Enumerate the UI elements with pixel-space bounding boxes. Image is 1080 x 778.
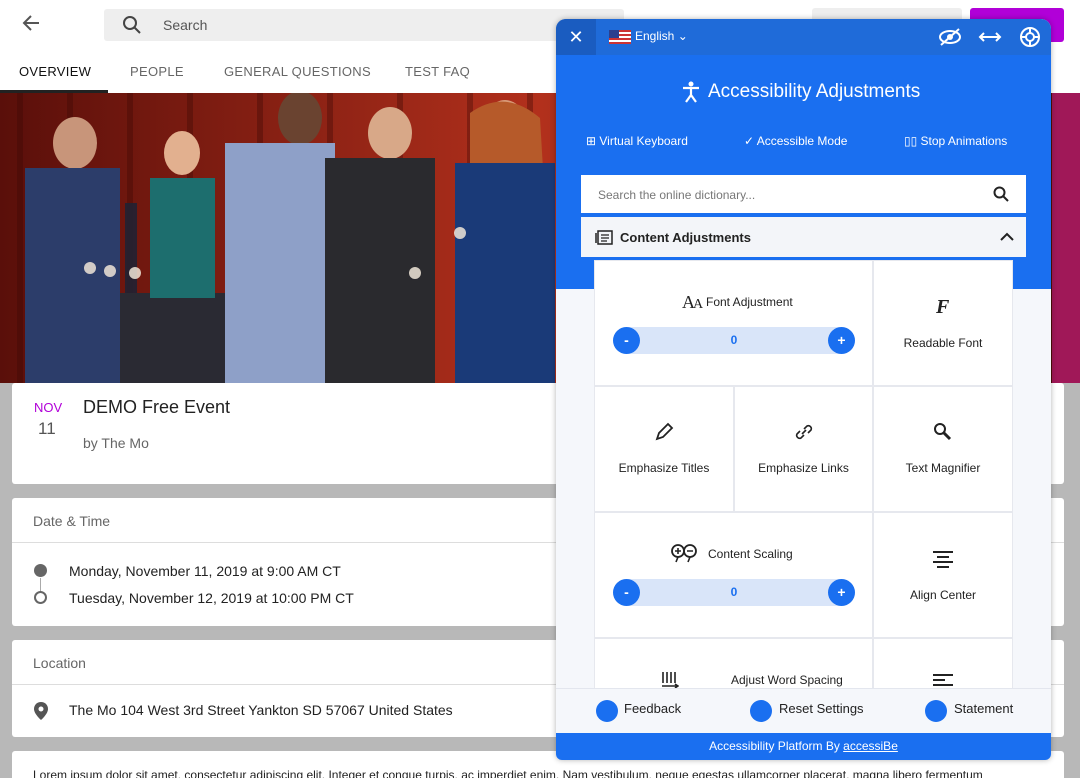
timeline-connector xyxy=(40,578,41,592)
tab-people[interactable]: PEOPLE xyxy=(130,64,184,79)
font-increase-button[interactable]: + xyxy=(828,327,855,354)
panel-credit: Accessibility Platform By accessiBe xyxy=(556,733,1051,760)
emphasize-titles-label: Emphasize Titles xyxy=(618,461,710,475)
stop-animations-button[interactable]: ▯▯ Stop Animations xyxy=(904,134,1007,148)
event-day: 11 xyxy=(38,419,56,438)
credit-prefix: Accessibility Platform By xyxy=(709,739,840,753)
font-adjustment-label: Font Adjustment xyxy=(706,295,793,309)
event-month: NOV xyxy=(34,400,63,415)
hide-interface-icon[interactable] xyxy=(938,26,962,48)
text-magnifier-label: Text Magnifier xyxy=(905,461,981,475)
accessibility-panel: ✕ English ⌄ Accessibility Adjustments ⊞ … xyxy=(556,19,1051,760)
svg-text:F: F xyxy=(935,296,950,317)
scaling-stepper: - 0 + xyxy=(613,579,855,606)
tab-overview[interactable]: OVERVIEW xyxy=(19,64,91,79)
location-address[interactable]: The Mo 104 West 3rd Street Yankton SD 57… xyxy=(69,702,453,718)
location-pin-icon xyxy=(34,702,48,725)
close-icon[interactable]: ✕ xyxy=(556,19,596,55)
event-title: DEMO Free Event xyxy=(83,397,231,417)
resize-width-icon[interactable] xyxy=(978,26,1002,48)
reset-icon xyxy=(750,700,772,722)
accessible-mode-label: Accessible Mode xyxy=(756,134,848,148)
language-selector[interactable]: English ⌄ xyxy=(635,29,688,43)
chevron-up-icon[interactable] xyxy=(999,229,1015,250)
panel-footer: Feedback Reset Settings Statement xyxy=(556,688,1051,733)
align-center-icon xyxy=(932,550,954,573)
megaphone-icon xyxy=(925,700,947,722)
panel-title: Accessibility Adjustments xyxy=(708,81,921,102)
content-adjustments-header[interactable]: Content Adjustments xyxy=(581,217,1026,257)
section-title: Content Adjustments xyxy=(620,230,751,245)
font-adjustment-tile: AA Font Adjustment - 0 + xyxy=(594,260,873,386)
event-organizer[interactable]: by The Mo xyxy=(83,435,149,451)
search-icon[interactable] xyxy=(993,186,1009,207)
accessibility-person-icon xyxy=(682,81,700,108)
search-bar[interactable]: Search xyxy=(104,9,624,41)
emphasize-links-tile[interactable]: Emphasize Links xyxy=(734,386,873,512)
text-magnifier-tile[interactable]: Text Magnifier xyxy=(873,386,1013,512)
dictionary-search[interactable]: Search the online dictionary... xyxy=(581,175,1026,215)
align-center-label: Align Center xyxy=(909,588,977,602)
help-lifebuoy-icon[interactable] xyxy=(1019,26,1043,48)
statement-button[interactable]: Statement xyxy=(954,701,1013,716)
accessible-mode-button[interactable]: ✓ Accessible Mode xyxy=(744,134,847,148)
stop-animations-label: Stop Animations xyxy=(920,134,1008,148)
magnifier-icon xyxy=(933,422,953,447)
content-scaling-tile: Content Scaling - 0 + xyxy=(594,512,873,638)
language-label: English xyxy=(635,29,675,43)
start-dot-icon xyxy=(34,564,47,577)
virtual-keyboard-label: Virtual Keyboard xyxy=(599,134,688,148)
us-flag-icon xyxy=(609,30,631,44)
location-heading: Location xyxy=(33,655,86,671)
end-dot-icon xyxy=(34,591,47,604)
panel-top-bar: ✕ English ⌄ xyxy=(556,19,1051,55)
event-description: Lorem ipsum dolor sit amet, consectetur … xyxy=(33,768,983,778)
align-center-tile[interactable]: Align Center xyxy=(873,512,1013,638)
readable-font-tile[interactable]: F Readable Font xyxy=(873,260,1013,386)
word-spacing-label: Adjust Word Spacing xyxy=(731,673,843,687)
search-input[interactable]: Search xyxy=(163,17,207,33)
date-time-heading: Date & Time xyxy=(33,513,111,529)
search-icon xyxy=(122,15,142,40)
feedback-button[interactable]: Feedback xyxy=(624,701,681,716)
pencil-icon xyxy=(654,422,674,447)
link-icon xyxy=(794,422,814,447)
back-arrow-icon[interactable] xyxy=(20,12,44,36)
virtual-keyboard-button[interactable]: ⊞ Virtual Keyboard xyxy=(586,134,688,148)
scaling-value: 0 xyxy=(730,585,738,599)
font-size-stepper: - 0 + xyxy=(613,327,855,354)
readable-font-icon: F xyxy=(934,295,952,322)
start-datetime: Monday, November 11, 2019 at 9:00 AM CT xyxy=(69,563,341,579)
emphasize-links-label: Emphasize Links xyxy=(758,461,849,475)
dictionary-search-input[interactable]: Search the online dictionary... xyxy=(598,188,755,202)
emphasize-titles-tile[interactable]: Emphasize Titles xyxy=(594,386,734,512)
tab-general-questions[interactable]: GENERAL QUESTIONS xyxy=(224,64,371,79)
end-datetime: Tuesday, November 12, 2019 at 10:00 PM C… xyxy=(69,590,354,606)
document-icon xyxy=(595,230,613,250)
accessibe-link[interactable]: accessiBe xyxy=(843,739,898,753)
scaling-increase-button[interactable]: + xyxy=(828,579,855,606)
readable-font-label: Readable Font xyxy=(903,336,983,350)
feedback-icon xyxy=(596,700,618,722)
reset-settings-button[interactable]: Reset Settings xyxy=(779,701,864,716)
content-scaling-label: Content Scaling xyxy=(708,547,793,561)
font-size-value: 0 xyxy=(730,333,738,347)
tab-test-faq[interactable]: TEST FAQ xyxy=(405,64,470,79)
